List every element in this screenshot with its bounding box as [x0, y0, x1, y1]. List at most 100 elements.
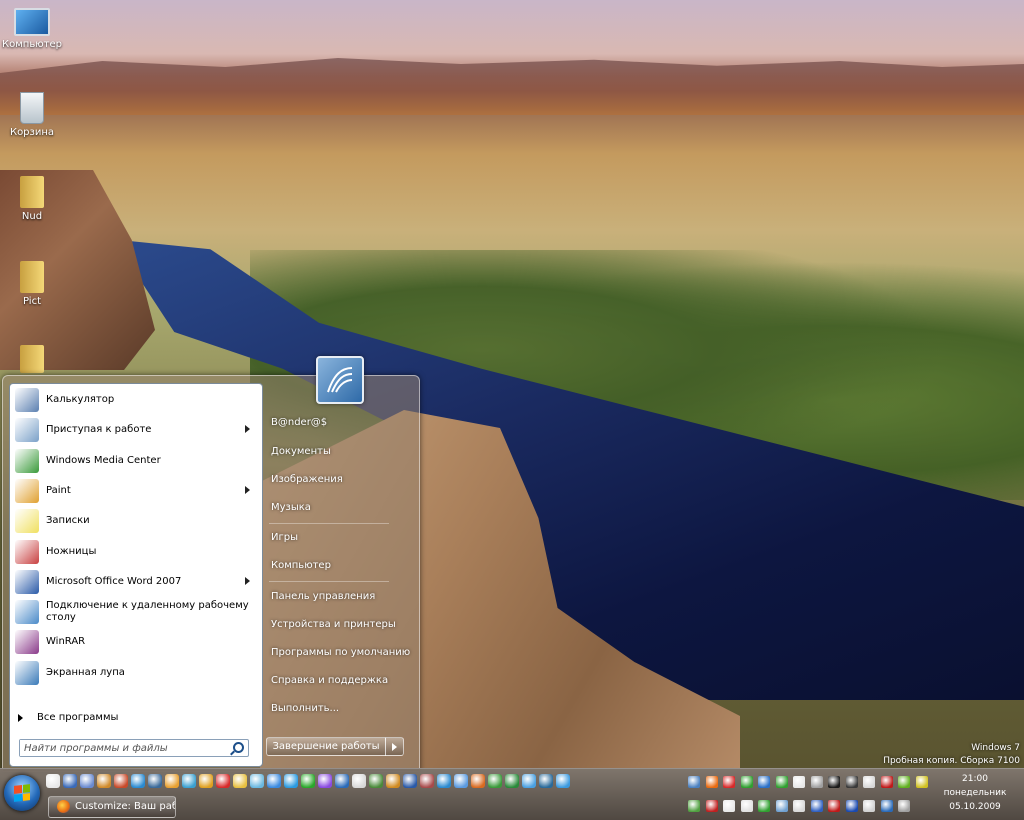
start-search-input[interactable]: [20, 740, 233, 756]
program-label: Paint: [46, 484, 71, 496]
tray-icon[interactable]: [723, 776, 735, 788]
tray-icon[interactable]: [705, 800, 718, 812]
quick-launch-icon[interactable]: [386, 774, 400, 788]
quick-launch-icon[interactable]: [216, 774, 230, 788]
program-item[interactable]: Записки: [12, 507, 258, 535]
tray-icon[interactable]: [863, 776, 875, 788]
start-item-control-panel[interactable]: Панель управления: [271, 591, 375, 602]
expand-arrow-icon: [18, 713, 23, 722]
start-item-pictures[interactable]: Изображения: [271, 474, 343, 485]
program-item[interactable]: WinRAR: [12, 628, 258, 656]
quick-launch-icon[interactable]: [233, 774, 247, 788]
quick-launch-icon[interactable]: [46, 774, 60, 788]
start-item-run[interactable]: Выполнить...: [271, 703, 339, 714]
quick-launch-icon[interactable]: [369, 774, 383, 788]
tray-icon[interactable]: [810, 776, 823, 788]
tray-icon[interactable]: [758, 776, 770, 788]
quick-launch-icon[interactable]: [556, 774, 570, 788]
start-item-games[interactable]: Игры: [271, 532, 298, 543]
taskbar-button-firefox[interactable]: Customize: Ваш раб...: [48, 796, 176, 818]
tray-icon[interactable]: [845, 800, 858, 812]
search-icon[interactable]: [233, 742, 244, 753]
start-search-box[interactable]: [19, 739, 249, 757]
quick-launch-icon[interactable]: [131, 774, 145, 788]
program-item[interactable]: Paint: [12, 477, 258, 505]
tray-icon[interactable]: [880, 800, 893, 812]
tray-icon[interactable]: [740, 776, 753, 788]
quick-launch-icon[interactable]: [420, 774, 434, 788]
quick-launch-icon[interactable]: [165, 774, 179, 788]
desktop-icon-folder[interactable]: [0, 345, 64, 376]
start-item-music[interactable]: Музыка: [271, 502, 311, 513]
tray-icon[interactable]: [775, 800, 788, 812]
quick-launch-icon[interactable]: [471, 774, 485, 788]
quick-launch-icon[interactable]: [505, 774, 519, 788]
quick-launch-icon[interactable]: [488, 774, 502, 788]
start-item-user[interactable]: B@nder@$: [271, 417, 327, 428]
quick-launch-icon[interactable]: [539, 774, 553, 788]
tray-icon[interactable]: [705, 776, 718, 788]
quick-launch-icon[interactable]: [199, 774, 213, 788]
tray-icon[interactable]: [845, 776, 858, 788]
watermark-line1: Windows 7: [971, 743, 1020, 753]
shutdown-options-button[interactable]: [385, 737, 404, 756]
desktop-icon-nud[interactable]: Nud: [0, 176, 64, 222]
quick-launch-icon[interactable]: [114, 774, 128, 788]
tray-icon[interactable]: [828, 800, 840, 812]
start-item-documents[interactable]: Документы: [271, 446, 331, 457]
quick-launch-icon[interactable]: [267, 774, 281, 788]
program-item[interactable]: Windows Media Center: [12, 447, 258, 475]
quick-launch-icon[interactable]: [335, 774, 349, 788]
start-item-devices-printers[interactable]: Устройства и принтеры: [271, 619, 396, 630]
shutdown-button[interactable]: Завершение работы: [266, 737, 386, 756]
tray-icon[interactable]: [775, 776, 788, 788]
desktop-icon-pict[interactable]: Pict: [0, 261, 64, 307]
start-item-computer[interactable]: Компьютер: [271, 560, 331, 571]
tray-icon[interactable]: [915, 776, 928, 788]
tray-icon[interactable]: [688, 776, 700, 788]
submenu-arrow-icon[interactable]: [245, 485, 250, 494]
tray-icon[interactable]: [880, 776, 893, 788]
system-clock[interactable]: 21:00 понедельник 05.10.2009: [930, 772, 1020, 814]
tray-icon[interactable]: [793, 800, 805, 812]
quick-launch-icon[interactable]: [80, 774, 94, 788]
tray-icon[interactable]: [810, 800, 823, 812]
submenu-arrow-icon[interactable]: [245, 576, 250, 585]
program-item[interactable]: Экранная лупа: [12, 659, 258, 687]
tray-icon[interactable]: [688, 800, 700, 812]
quick-launch-icon[interactable]: [63, 774, 77, 788]
start-item-help[interactable]: Справка и поддержка: [271, 675, 388, 686]
start-button[interactable]: [4, 775, 40, 811]
tray-icon[interactable]: [793, 776, 805, 788]
quick-launch-icon[interactable]: [148, 774, 162, 788]
quick-launch-icon[interactable]: [97, 774, 111, 788]
program-item[interactable]: Microsoft Office Word 2007: [12, 568, 258, 596]
tray-icon[interactable]: [828, 776, 840, 788]
tray-icon[interactable]: [863, 800, 875, 812]
tray-icon[interactable]: [758, 800, 770, 812]
tray-icon[interactable]: [898, 800, 910, 812]
program-item[interactable]: Калькулятор: [12, 386, 258, 414]
desktop-icon-computer[interactable]: Компьютер: [0, 8, 64, 50]
tray-icon[interactable]: [898, 776, 910, 788]
quick-launch-icon[interactable]: [454, 774, 468, 788]
quick-launch-icon[interactable]: [182, 774, 196, 788]
quick-launch-icon[interactable]: [284, 774, 298, 788]
program-item[interactable]: Приступая к работе: [12, 416, 258, 444]
tray-icon[interactable]: [723, 800, 735, 812]
program-item[interactable]: Подключение к удаленному рабочему столу: [12, 598, 258, 626]
quick-launch-icon[interactable]: [318, 774, 332, 788]
quick-launch-icon[interactable]: [250, 774, 264, 788]
desktop-icon-recycle-bin[interactable]: Корзина: [0, 92, 64, 138]
quick-launch-icon[interactable]: [437, 774, 451, 788]
quick-launch-icon[interactable]: [522, 774, 536, 788]
all-programs-button[interactable]: Все программы: [18, 712, 118, 723]
quick-launch-icon[interactable]: [352, 774, 366, 788]
quick-launch-icon[interactable]: [301, 774, 315, 788]
tray-icon[interactable]: [740, 800, 753, 812]
start-item-default-programs[interactable]: Программы по умолчанию: [271, 647, 410, 658]
program-item[interactable]: Ножницы: [12, 538, 258, 566]
submenu-arrow-icon[interactable]: [245, 425, 250, 434]
user-picture[interactable]: [316, 356, 364, 404]
quick-launch-icon[interactable]: [403, 774, 417, 788]
